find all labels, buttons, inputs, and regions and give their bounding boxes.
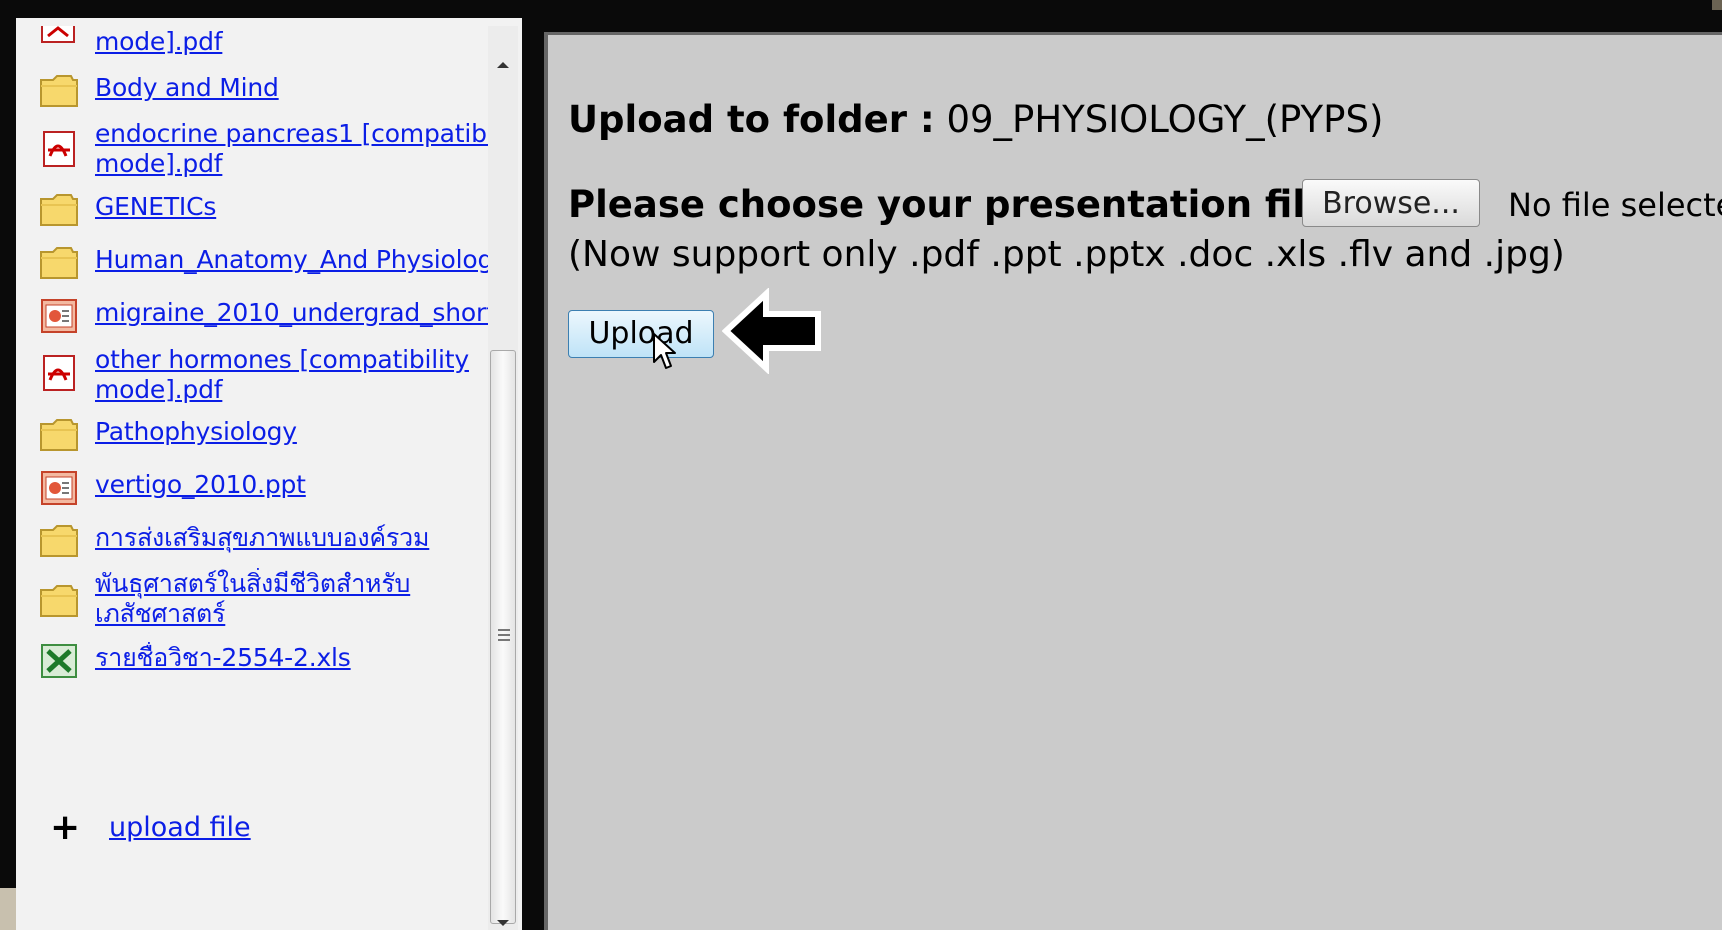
folder-icon [40,419,78,451]
file-link[interactable]: endocrine pancreas1 [compatibility [95,118,505,150]
file-link[interactable]: Human_Anatomy_And Physiology [95,244,505,276]
upload-file-link[interactable]: upload file [109,812,251,843]
powerpoint-icon [41,299,77,333]
grip-line [498,634,510,636]
grip-line [498,629,510,631]
file-link[interactable]: Pathophysiology [95,416,505,448]
file-link[interactable]: other hormones [compatibility [95,344,505,376]
file-browser-panel: mode].pdf Body and Mind endocrine pancre… [16,18,522,930]
list-item[interactable]: GENETICs [16,191,490,231]
file-link-line2[interactable]: เภสัชศาสตร์ [95,598,505,630]
powerpoint-icon [41,471,77,505]
scroll-down-arrow-icon[interactable] [497,920,509,926]
plus-icon: + [50,807,81,848]
pointer-arrow-icon [722,288,821,374]
list-item[interactable]: การส่งเสริมสุขภาพแบบองค์รวม [16,522,490,562]
list-item[interactable]: พันธุศาสตร์ในสิ่งมีชีวิตสำหรับ เภสัชศาสต… [16,568,490,634]
file-link[interactable]: vertigo_2010.ppt [95,469,505,501]
upload-folder-heading: Upload to folder : 09_PHYSIOLOGY_(PYPS) [568,96,1383,144]
folder-icon [40,75,78,107]
list-item[interactable]: Body and Mind [16,72,490,112]
grip-line [498,639,510,641]
folder-icon [40,194,78,226]
scrollbar-thumb[interactable] [490,350,516,924]
folder-icon [40,525,78,557]
pdf-icon [43,355,75,391]
background-corner [0,888,16,930]
list-item[interactable]: migraine_2010_undergrad_short.p [16,297,505,337]
file-link[interactable]: GENETICs [95,191,505,223]
mouse-cursor-icon [653,333,676,369]
background-corner-top [1712,0,1722,10]
file-link[interactable]: การส่งเสริมสุขภาพแบบองค์รวม [95,522,505,554]
file-link[interactable]: mode].pdf [95,26,505,58]
excel-icon [41,644,77,678]
sidebar-scrollbar[interactable] [488,26,518,930]
choose-file-label: Please choose your presentation file : [568,183,1358,226]
list-item[interactable]: Pathophysiology [16,416,490,456]
file-link-line2[interactable]: mode].pdf [95,148,505,180]
upload-button[interactable]: Upload [568,310,714,358]
list-item[interactable]: Human_Anatomy_And Physiology [16,244,505,284]
list-item[interactable]: other hormones [compatibility mode].pdf [16,344,490,410]
upload-title-label: Upload to folder : [568,98,935,141]
file-link[interactable]: พันธุศาสตร์ในสิ่งมีชีวิตสำหรับ [95,568,505,600]
pdf-icon [41,26,75,43]
list-item[interactable]: endocrine pancreas1 [compatibility mode]… [16,118,505,184]
no-file-selected-text: No file selected. [1508,186,1722,224]
upload-folder-name: 09_PHYSIOLOGY_(PYPS) [946,98,1384,141]
pdf-icon [43,131,75,167]
scroll-up-arrow-icon[interactable] [497,62,509,68]
list-item[interactable]: รายชื่อวิชา-2554-2.xls [16,642,490,682]
file-link[interactable]: รายชื่อวิชา-2554-2.xls [95,642,505,674]
list-item[interactable]: mode].pdf [16,26,490,68]
browse-button[interactable]: Browse... [1302,179,1480,227]
list-item[interactable]: vertigo_2010.ppt [16,469,490,509]
file-link[interactable]: Body and Mind [95,72,505,104]
file-link-line2[interactable]: mode].pdf [95,374,505,406]
file-link[interactable]: migraine_2010_undergrad_short.p [95,297,505,329]
folder-icon [40,247,78,279]
folder-icon [40,585,78,617]
supported-formats-note: (Now support only .pdf .ppt .pptx .doc .… [568,234,1565,275]
upload-panel: Upload to folder : 09_PHYSIOLOGY_(PYPS) … [544,32,1722,930]
